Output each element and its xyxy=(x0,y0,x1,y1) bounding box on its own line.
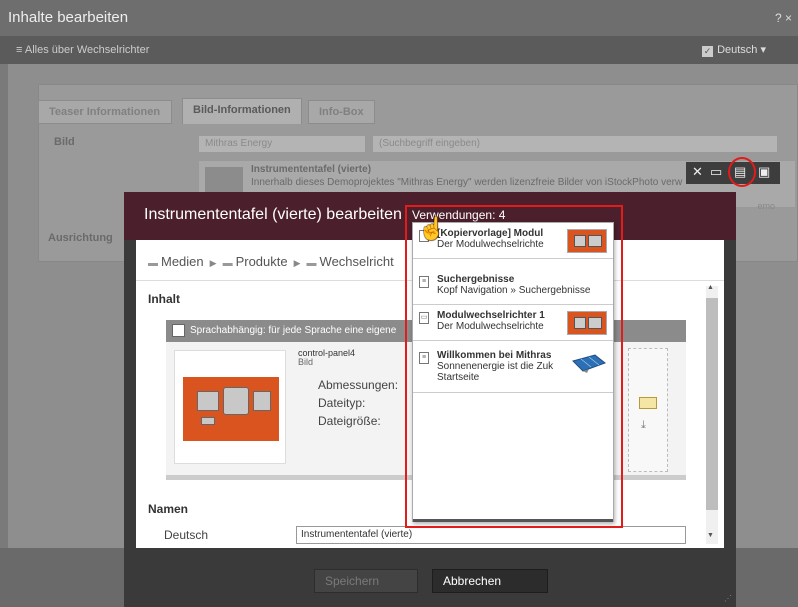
cancel-button[interactable]: Abbrechen xyxy=(432,569,548,593)
control-panel-image xyxy=(183,377,279,441)
upload-dropzone[interactable]: ⤓ xyxy=(628,348,668,472)
image-preview[interactable] xyxy=(174,350,286,464)
open-folder-icon[interactable]: ▭ xyxy=(710,164,722,180)
bild-label: Bild xyxy=(54,136,75,148)
filetype-label: Dateityp: xyxy=(318,396,366,410)
item-description-trail: emo xyxy=(757,201,775,211)
language-selector[interactable]: ✓ Deutsch ▾ xyxy=(702,36,766,64)
project-select[interactable]: Mithras Energy xyxy=(198,135,366,153)
outer-title-bar: Inhalte bearbeiten ? × xyxy=(0,0,798,36)
deutsch-label: Deutsch xyxy=(164,528,209,542)
folder-icon: ▬ xyxy=(148,258,158,269)
dimensions-label: Abmessungen: xyxy=(318,378,399,392)
scrollbar-thumb[interactable] xyxy=(706,298,718,510)
download-icon[interactable]: ⤓ xyxy=(641,419,646,432)
item-title: Instrumententafel (vierte) xyxy=(251,164,372,175)
ausrichtung-label: Ausrichtung xyxy=(48,232,113,244)
scroll-down-icon[interactable]: ▼ xyxy=(707,532,714,539)
outer-subtitle-bar: ≡ Alles über Wechselrichter ✓ Deutsch ▾ xyxy=(0,36,798,64)
resize-grip-icon[interactable]: ⋰ xyxy=(724,594,732,603)
filesize-label: Dateigröße: xyxy=(318,414,381,428)
language-checkbox[interactable]: ✓ xyxy=(702,46,714,57)
breadcrumb: ▬ Medien ▶ ▬ Produkte ▶ ▬ Wechselricht xyxy=(148,254,394,269)
breadcrumb-separator-icon: ▶ xyxy=(293,258,301,268)
tab-bild-informationen[interactable]: Bild-Informationen xyxy=(182,98,302,124)
namen-heading: Namen xyxy=(148,502,189,516)
language-label: Deutsch ▾ xyxy=(717,44,766,56)
image-type: Bild xyxy=(298,357,314,367)
folder-icon[interactable] xyxy=(639,397,657,409)
name-input-deutsch[interactable]: Instrumententafel (vierte) xyxy=(296,526,686,544)
inhalt-heading: Inhalt xyxy=(148,292,180,306)
item-description: Innerhalb dieses Demoprojektes "Mithras … xyxy=(251,177,683,188)
dialog-title: Instrumententafel (vierte) bearbeiten xyxy=(144,206,402,223)
scroll-up-icon[interactable]: ▲ xyxy=(707,284,714,291)
breadcrumb-item[interactable]: Medien xyxy=(161,254,204,269)
breadcrumb-item[interactable]: Produkte xyxy=(236,254,288,269)
breadcrumb-separator-icon: ▶ xyxy=(209,258,217,268)
tab-info-box[interactable]: Info-Box xyxy=(308,100,375,124)
remove-icon[interactable]: ✕ xyxy=(692,164,703,180)
highlight-circle xyxy=(728,157,756,187)
content-title[interactable]: ≡ Alles über Wechselrichter xyxy=(16,44,149,56)
folder-icon: ▬ xyxy=(222,258,233,269)
window-controls[interactable]: ? × xyxy=(775,0,792,36)
tab-teaser-informationen[interactable]: Teaser Informationen xyxy=(38,100,172,124)
save-button[interactable]: Speichern xyxy=(314,569,418,593)
search-input[interactable]: (Suchbegriff eingeben) xyxy=(372,135,778,153)
replace-image-icon[interactable]: ▣ xyxy=(758,164,770,180)
breadcrumb-item[interactable]: Wechselricht xyxy=(320,254,394,269)
hand-cursor-icon: ☝ xyxy=(418,216,446,241)
item-thumbnail xyxy=(205,167,243,193)
outer-title: Inhalte bearbeiten xyxy=(8,9,129,26)
highlight-rectangle xyxy=(405,205,623,528)
language-dependent-label: Sprachabhängig: für jede Sprache eine ei… xyxy=(190,325,397,336)
folder-icon: ▬ xyxy=(306,258,317,269)
language-dependent-checkbox[interactable] xyxy=(172,324,185,337)
